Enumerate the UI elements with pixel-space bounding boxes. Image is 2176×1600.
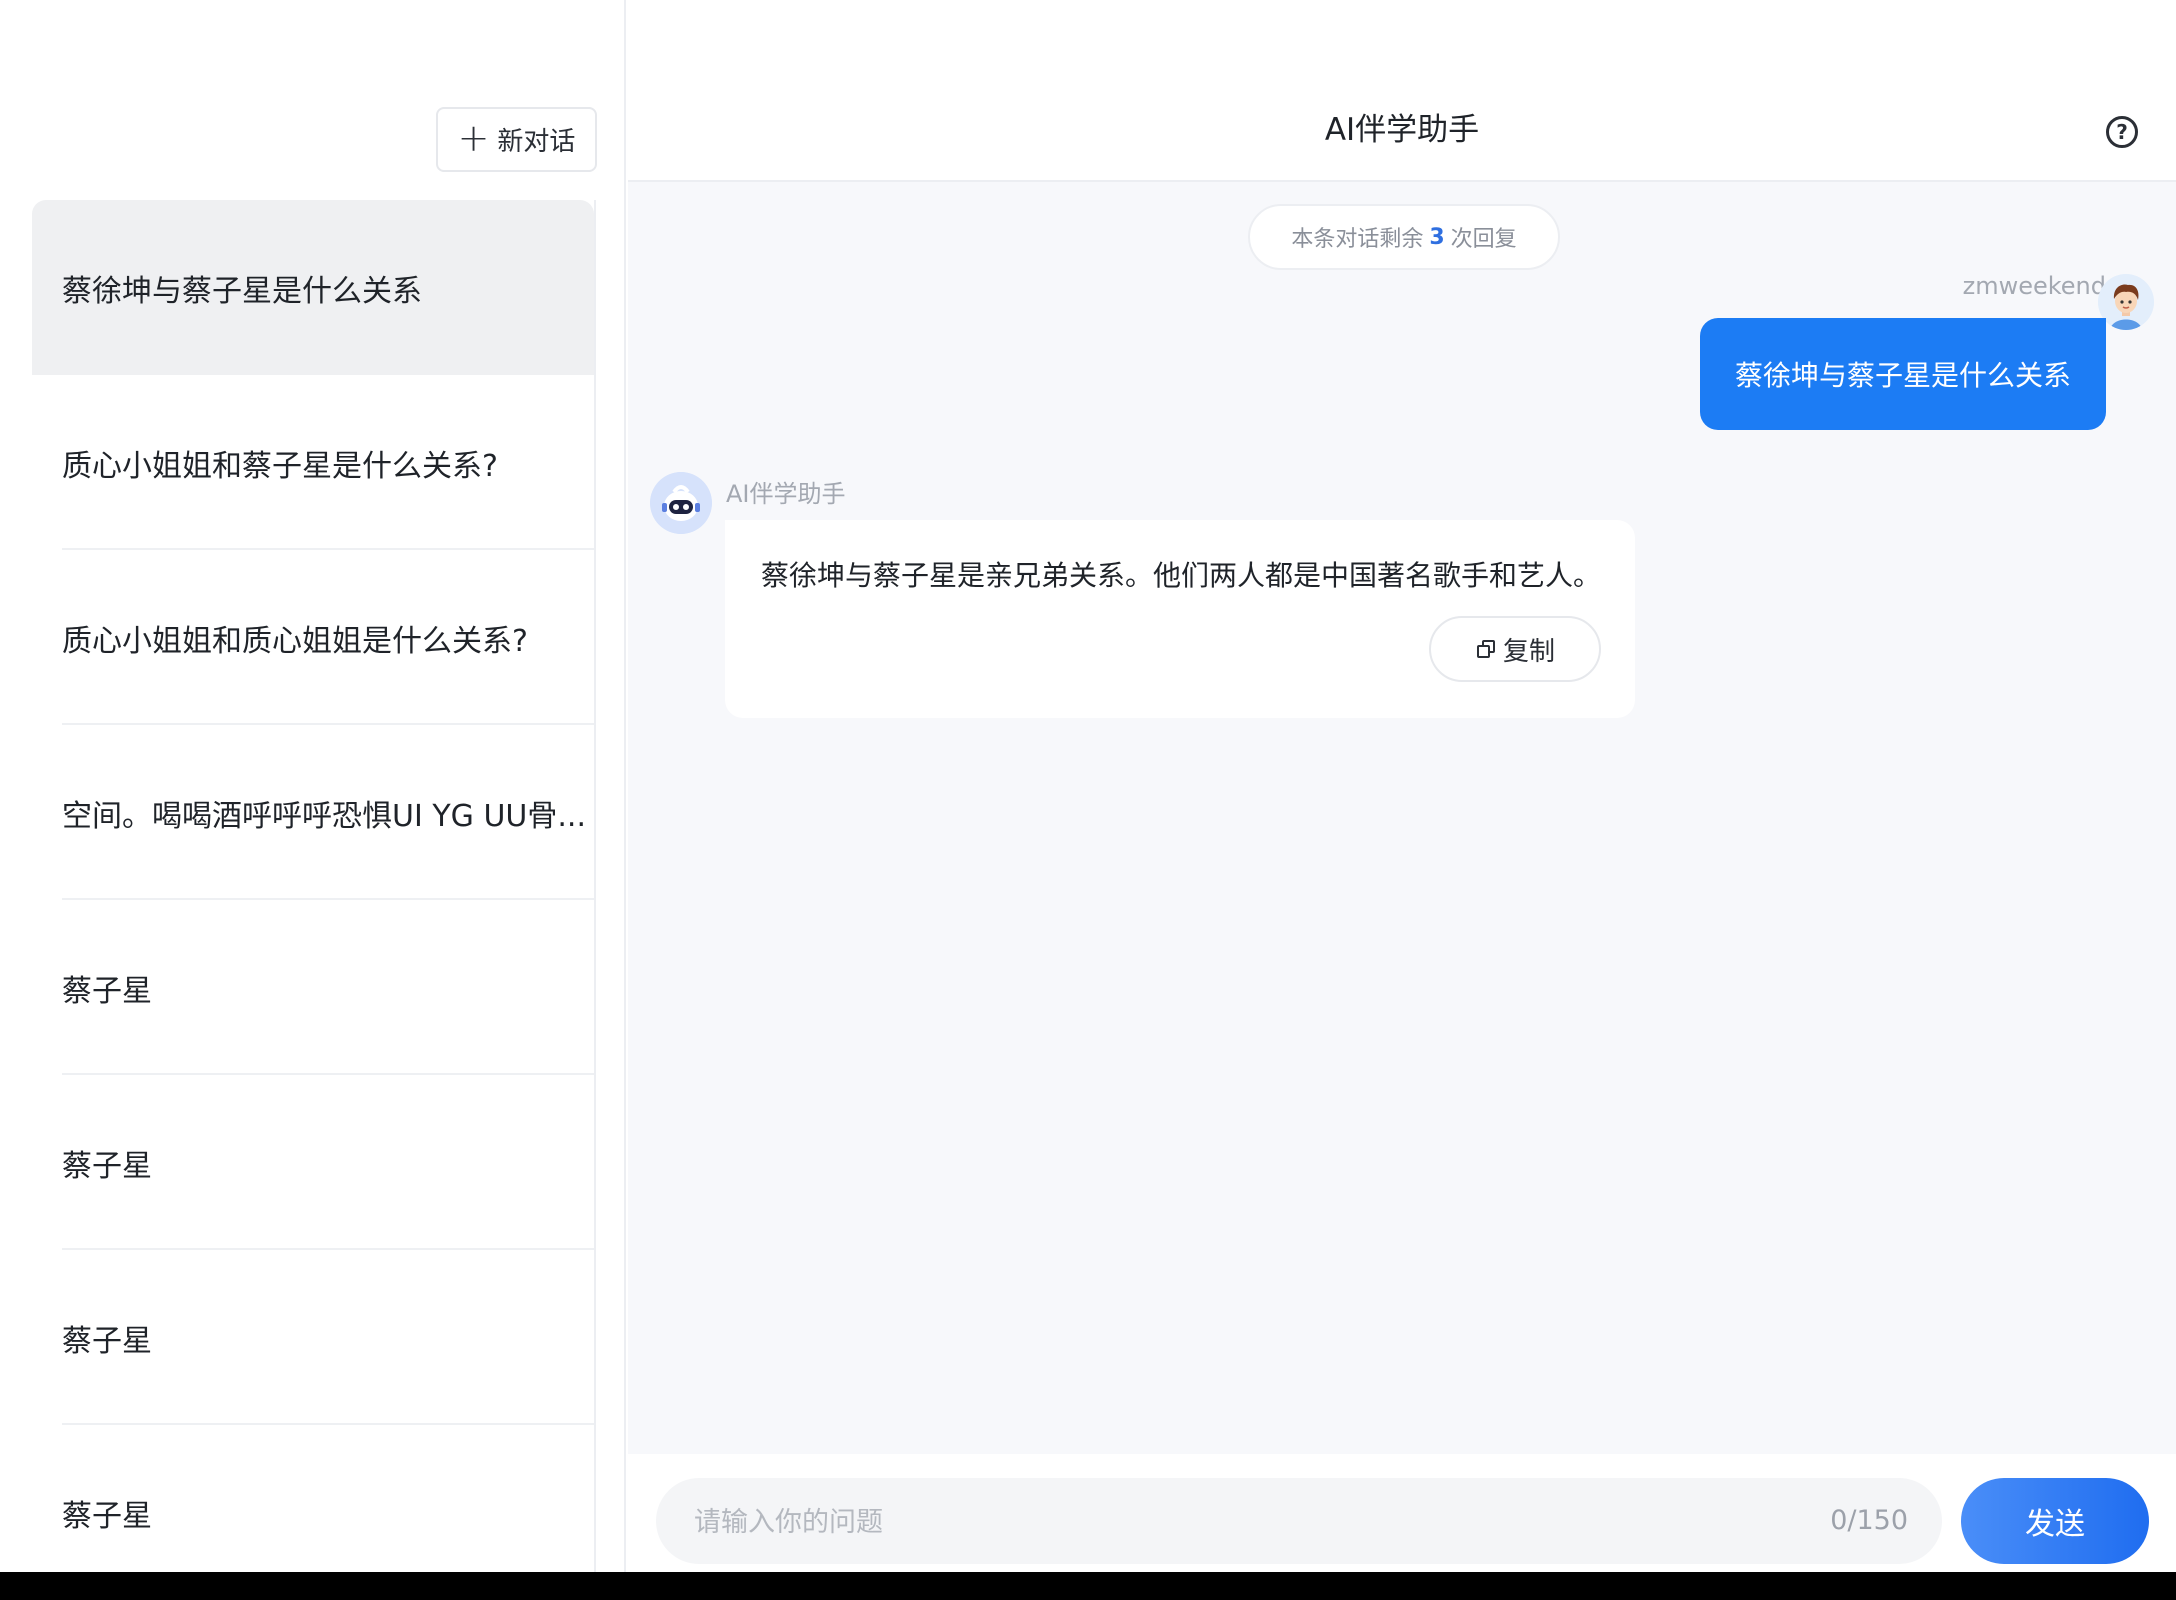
question-input[interactable] [692,1478,1696,1566]
remaining-suffix: 次回复 [1450,227,1517,252]
send-label: 发送 [2025,1507,2085,1542]
copy-icon [1475,638,1497,660]
question-circle-icon[interactable]: ? [2106,116,2138,148]
bot-avatar [650,472,712,534]
user-name: zmweekend [1962,272,2106,300]
chat-history-list: 蔡徐坤与蔡子星是什么关系 质心小姐姐和蔡子星是什么关系? 质心小姐姐和质心姐姐是… [32,200,596,1572]
remaining-replies-badge: 本条对话剩余 3 次回复 [1248,204,1560,270]
history-item[interactable]: 蔡徐坤与蔡子星是什么关系 [32,200,594,375]
history-item[interactable]: 质心小姐姐和质心姐姐是什么关系? [32,550,594,725]
history-item[interactable]: 蔡子星 [32,1425,594,1572]
sidebar: + 新对话 蔡徐坤与蔡子星是什么关系 质心小姐姐和蔡子星是什么关系? 质心小姐姐… [0,0,626,1572]
user-avatar-icon [2098,274,2154,330]
remaining-prefix: 本条对话剩余 [1291,227,1424,252]
send-button[interactable]: 发送 [1961,1478,2149,1564]
plus-icon: + [457,115,490,160]
header: AI伴学助手 ? [628,42,2176,182]
user-avatar [2098,274,2154,330]
robot-icon [650,472,712,534]
char-count: 0/150 [1830,1505,1908,1536]
new-chat-label: 新对话 [497,127,576,157]
user-message-bubble: 蔡徐坤与蔡子星是什么关系 [1700,318,2106,430]
chat-panel: AI伴学助手 ? 本条对话剩余 3 次回复 zmweekend 蔡徐坤与蔡子星是… [628,42,2176,1572]
copy-label: 复制 [1502,636,1555,667]
input-area: 0/150 发送 [628,1454,2176,1572]
new-chat-button[interactable]: + 新对话 [436,107,597,172]
bot-name: AI伴学助手 [726,480,846,508]
bot-message-bubble: 蔡徐坤与蔡子星是亲兄弟关系。他们两人都是中国著名歌手和艺人。 复制 [725,520,1635,718]
bot-message-text: 蔡徐坤与蔡子星是亲兄弟关系。他们两人都是中国著名歌手和艺人。 [761,559,1602,592]
history-item[interactable]: 蔡子星 [32,900,594,1075]
history-item[interactable]: 空间。喝喝酒呼呼呼恐惧UI YG UU骨... [32,725,594,900]
history-item[interactable]: 质心小姐姐和蔡子星是什么关系? [32,375,594,550]
question-input-box[interactable]: 0/150 [656,1478,1942,1566]
user-message-text: 蔡徐坤与蔡子星是什么关系 [1734,359,2071,392]
history-item[interactable]: 蔡子星 [32,1250,594,1425]
system-bottom-bar [0,1572,2176,1600]
copy-button[interactable]: 复制 [1429,616,1601,682]
remaining-count: 3 [1429,224,1445,250]
history-item[interactable]: 蔡子星 [32,1075,594,1250]
page-title: AI伴学助手 [1324,112,1480,148]
